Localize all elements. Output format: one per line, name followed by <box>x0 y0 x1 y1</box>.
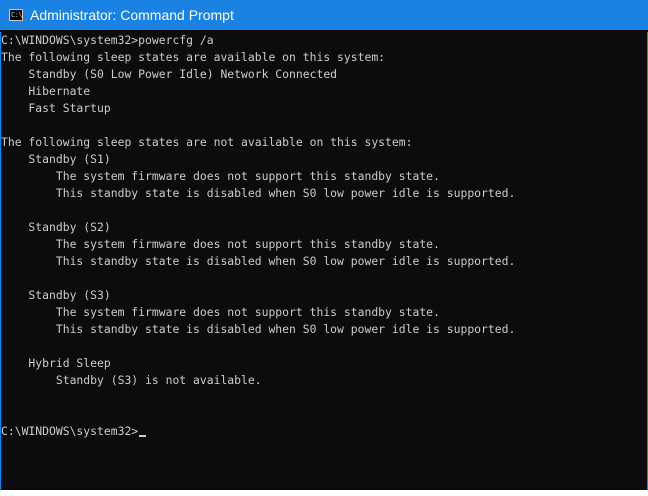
console-line: The system firmware does not support thi… <box>1 169 440 183</box>
console-icon[interactable]: C:\ <box>9 9 23 21</box>
prompt-text: C:\WINDOWS\system32> <box>1 424 139 438</box>
console-line: The following sleep states are available… <box>1 50 386 64</box>
console-line: Hybrid Sleep <box>1 356 111 370</box>
console-line: Standby (S1) <box>1 152 111 166</box>
console-line: This standby state is disabled when S0 l… <box>1 322 516 336</box>
console-icon-glyph: C:\ <box>11 11 23 19</box>
console-line: Standby (S3) is not available. <box>1 373 262 387</box>
text-cursor <box>139 435 147 437</box>
command-prompt-window: C:\ Administrator: Command Prompt C:\WIN… <box>0 0 648 496</box>
console-line: This standby state is disabled when S0 l… <box>1 254 516 268</box>
window-bottom-edge <box>0 490 648 496</box>
console-line: The following sleep states are not avail… <box>1 135 413 149</box>
console-output[interactable]: C:\WINDOWS\system32>powercfg /a The foll… <box>0 32 648 490</box>
console-line: Standby (S2) <box>1 220 111 234</box>
console-line: Fast Startup <box>1 101 111 115</box>
console-line: C:\WINDOWS\system32>powercfg /a <box>1 33 214 47</box>
console-line: The system firmware does not support thi… <box>1 305 440 319</box>
console-line: This standby state is disabled when S0 l… <box>1 186 516 200</box>
command-prompt-line[interactable]: C:\WINDOWS\system32> <box>1 423 647 440</box>
title-bar[interactable]: C:\ Administrator: Command Prompt <box>0 0 648 30</box>
console-line: Standby (S0 Low Power Idle) Network Conn… <box>1 67 338 81</box>
window-title: Administrator: Command Prompt <box>30 7 234 23</box>
console-line: Hibernate <box>1 84 91 98</box>
console-line: The system firmware does not support thi… <box>1 237 440 251</box>
console-line: Standby (S3) <box>1 288 111 302</box>
